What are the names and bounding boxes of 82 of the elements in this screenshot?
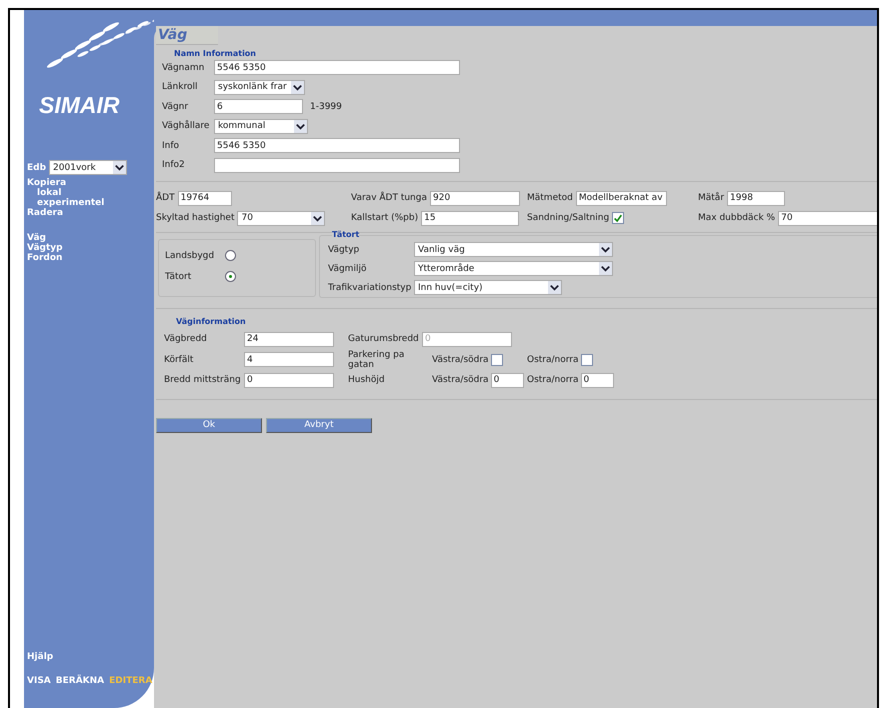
caret-icon [548, 281, 561, 294]
field-label: Mätår [698, 193, 724, 203]
dropdown[interactable]: 70 [237, 210, 326, 226]
nav-link[interactable]: Vägtyp [27, 243, 63, 253]
radio-button[interactable] [225, 250, 236, 261]
caret-icon [291, 80, 304, 94]
text-field[interactable]: 15 [421, 210, 520, 226]
dropdown[interactable]: Ytterområde [414, 261, 613, 276]
text-field[interactable]: 4 [244, 352, 334, 368]
field-label: ÅDT [156, 193, 175, 203]
checkbox[interactable] [490, 354, 503, 366]
nav-link[interactable]: Väg [27, 233, 46, 243]
radio-button[interactable] [225, 271, 236, 282]
text-field[interactable] [214, 158, 460, 173]
field-label: Parkering pa gatan [348, 350, 406, 370]
text-field[interactable]: 0 [580, 372, 614, 388]
radio-label: Landsbygd [165, 250, 216, 260]
dropdown[interactable]: Vanlig väg [414, 242, 613, 257]
field-label: Info [162, 140, 180, 151]
mode-link[interactable]: VISA [27, 676, 51, 686]
field-label: Ostra/norra [527, 375, 579, 386]
checkbox[interactable] [580, 354, 593, 366]
dropdown[interactable]: syskonlänk frar [214, 80, 305, 95]
text-field[interactable]: 19764 [178, 190, 232, 206]
checkbox-label: Västra/södra [432, 354, 489, 365]
field-label: Info2 [162, 160, 186, 170]
section-legend: Namn Information [174, 49, 877, 58]
range-hint: 1-3999 [310, 102, 342, 112]
section-legend: Väginformation [176, 317, 877, 326]
field-label: Vägmiljö [328, 264, 368, 274]
field-label: Körfält [164, 354, 194, 365]
text-field[interactable]: 0 [244, 372, 334, 388]
edb-label: Edb [27, 162, 46, 172]
form-button[interactable]: Ok [156, 418, 262, 432]
field-label: Mätmetod [527, 193, 573, 203]
field-label: Vägtyp [328, 244, 360, 254]
field-label: Vägnr [162, 102, 190, 112]
field-label: Länkroll [162, 82, 198, 92]
checkbox-label: Ostra/norra [527, 354, 579, 365]
text-field[interactable]: 5546 5350 [214, 138, 460, 154]
section-legend: Tätort [332, 230, 360, 239]
caret-icon [113, 161, 126, 174]
text-field[interactable]: 0 [490, 372, 524, 388]
caret-icon [294, 120, 307, 133]
checkbox[interactable] [612, 212, 624, 224]
caret-icon [311, 212, 324, 224]
menu-link[interactable]: lokal [37, 188, 62, 198]
menu-link[interactable]: Radera [27, 208, 64, 218]
field-label: Skyltad hastighet [156, 213, 234, 223]
text-field[interactable]: Modellberaknat av [576, 190, 667, 206]
text-field[interactable]: 6 [214, 99, 303, 114]
help-link[interactable]: Hjälp [27, 652, 54, 662]
text-field[interactable]: 920 [430, 190, 520, 206]
menu-link[interactable]: Kopiera [27, 178, 66, 188]
nav-link[interactable]: Fordon [27, 253, 62, 263]
field-label: Hushöjd [348, 375, 386, 386]
form-button[interactable]: Avbryt [266, 418, 372, 432]
field-label: Västra/södra [432, 375, 489, 386]
field-label: Trafikvariationstyp [328, 282, 412, 292]
database-dropdown[interactable]: 2001vork [49, 160, 128, 175]
field-label: Kallstart (%pb) [351, 213, 418, 223]
caret-icon [599, 243, 612, 256]
field-label: Gaturumsbredd [348, 334, 420, 344]
field-label: Max dubbdäck % [698, 213, 776, 223]
radio-label: Tätort [165, 272, 192, 282]
mode-link[interactable]: BERÄKNA [56, 676, 104, 686]
field-label: Vägbredd [164, 334, 208, 344]
dropdown[interactable]: Inn huv(=city) [414, 280, 562, 295]
dropdown[interactable]: kommunal [214, 118, 308, 134]
field-label: Sandning/Saltning [527, 213, 610, 223]
text-field[interactable]: 1998 [727, 190, 786, 206]
field-label: Bredd mittsträng [164, 375, 242, 386]
caret-icon [599, 262, 612, 275]
menu-link[interactable]: experimentel [37, 198, 104, 208]
text-field[interactable]: 70 [778, 210, 877, 226]
text-field[interactable]: 5546 5350 [214, 60, 460, 76]
field-label: Vägnamn [162, 62, 206, 73]
field-label: Varav ÅDT tunga [351, 193, 427, 203]
field-label: Väghållare [162, 121, 210, 132]
page-title: Väg [156, 26, 218, 45]
logo-text: SIMAIR [39, 92, 120, 119]
text-field[interactable]: 24 [244, 332, 334, 347]
